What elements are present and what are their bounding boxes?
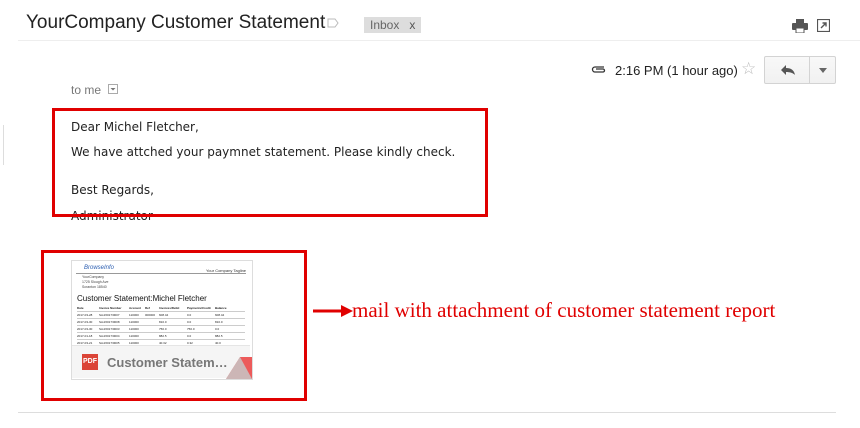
label-icon[interactable]: [327, 18, 339, 28]
reply-button[interactable]: [764, 56, 810, 84]
email-subject: YourCompany Customer Statement: [26, 12, 326, 33]
highlight-box-body: [52, 108, 488, 217]
recipient-label: to me: [71, 83, 102, 97]
popout-icon[interactable]: [817, 19, 830, 32]
remove-label-icon[interactable]: x: [409, 18, 415, 32]
chevron-down-icon: [110, 88, 116, 91]
more-dropdown-button[interactable]: [810, 56, 836, 84]
reply-icon: [781, 65, 795, 75]
star-icon[interactable]: ☆: [741, 60, 756, 78]
highlight-box-attachment: [41, 250, 307, 401]
more-dropdown-icon: [819, 68, 827, 73]
inbox-label-chip[interactable]: Inbox x: [364, 17, 422, 33]
recipient-details-dropdown[interactable]: [108, 84, 118, 94]
email-timestamp: 2:16 PM (1 hour ago): [615, 63, 738, 78]
print-icon[interactable]: [792, 19, 808, 33]
inbox-label-text: Inbox: [370, 18, 400, 32]
header-divider: [18, 40, 860, 41]
message-divider: [18, 412, 836, 413]
paperclip-icon: [591, 66, 606, 73]
left-edge-scroll: [0, 125, 4, 165]
annotation-text: mail with attachment of customer stateme…: [352, 298, 776, 322]
annotation-arrow: [313, 305, 353, 317]
